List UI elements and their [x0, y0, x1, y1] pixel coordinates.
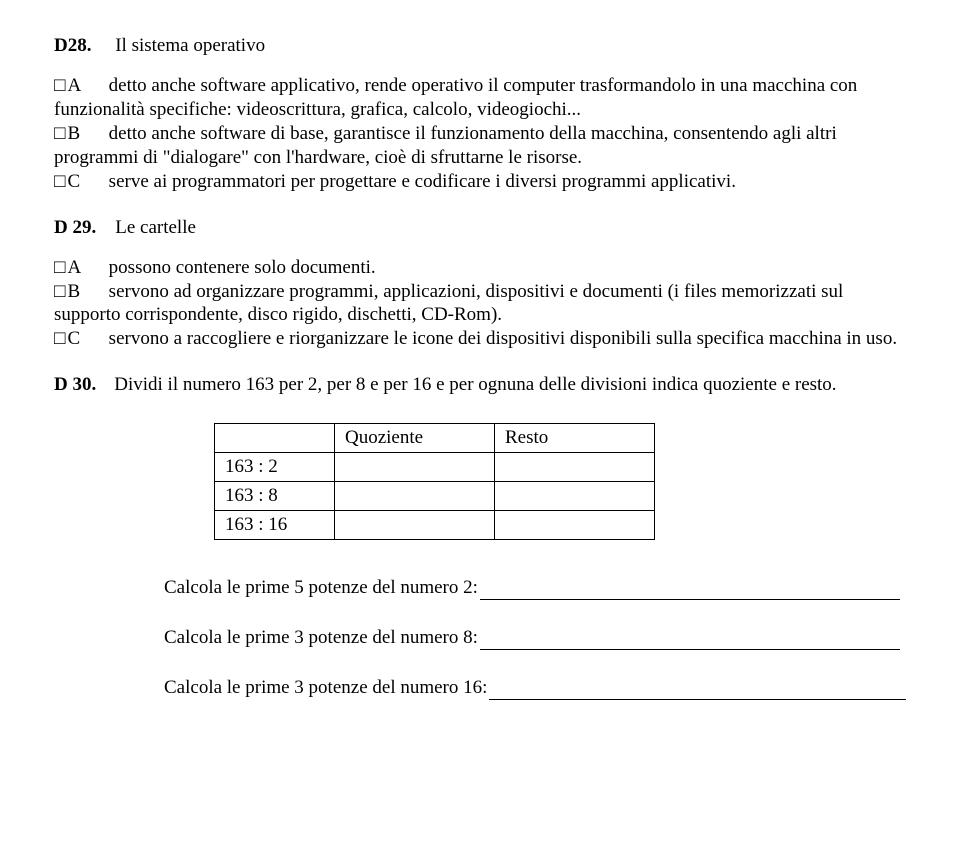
checkbox-icon: □: [54, 256, 65, 280]
choice-29-a-text: possono contenere solo documenti.: [109, 257, 376, 278]
question-30: D 30. Dividi il numero 163 per 2, per 8 …: [54, 373, 906, 700]
calc-prompt-2: Calcola le prime 3 potenze del numero 8:: [164, 626, 478, 650]
question-29-number: D 29.: [54, 217, 96, 238]
division-table: Quoziente Resto 163 : 2 163 : 8 163 : 16: [214, 423, 655, 540]
choice-29-c-text: servono a raccogliere e riorganizzare le…: [109, 328, 897, 349]
spacer: [85, 281, 104, 302]
question-30-text: Dividi il numero 163 per 2, per 8 e per …: [114, 373, 906, 397]
choice-28-a[interactable]: □A detto anche software applicativo, ren…: [54, 74, 906, 122]
choice-letter: C: [67, 171, 80, 192]
resto-cell[interactable]: [495, 511, 655, 540]
choice-28-b-text: detto anche software di base, garantisce…: [54, 123, 837, 168]
table-row: 163 : 8: [215, 482, 655, 511]
checkbox-icon: □: [54, 280, 65, 304]
calc-line-1: Calcola le prime 5 potenze del numero 2:: [164, 576, 906, 600]
row-label: 163 : 8: [215, 482, 335, 511]
choice-29-c[interactable]: □C servono a raccogliere e riorganizzare…: [54, 327, 906, 351]
choice-letter: B: [67, 123, 80, 144]
choice-letter: A: [67, 75, 80, 96]
table-empty-header: [215, 424, 335, 453]
spacer: [85, 257, 104, 278]
question-29-title: Le cartelle: [115, 217, 196, 238]
quoziente-cell[interactable]: [335, 453, 495, 482]
calc-prompt-1: Calcola le prime 5 potenze del numero 2:: [164, 576, 478, 600]
blank-input-1[interactable]: [480, 579, 900, 600]
question-28-heading: D28. Il sistema operativo: [54, 34, 906, 58]
spacer: [85, 171, 104, 192]
choice-letter: B: [67, 281, 80, 302]
question-28-title: Il sistema operativo: [115, 35, 265, 56]
row-label: 163 : 16: [215, 511, 335, 540]
choice-28-b[interactable]: □B detto anche software di base, garanti…: [54, 122, 906, 170]
choice-29-b-text: servono ad organizzare programmi, applic…: [54, 281, 843, 326]
table-header-resto: Resto: [495, 424, 655, 453]
checkbox-icon: □: [54, 327, 65, 351]
resto-cell[interactable]: [495, 482, 655, 511]
choice-letter: A: [67, 257, 80, 278]
choice-28-c-text: serve ai programmatori per progettare e …: [109, 171, 736, 192]
blank-input-2[interactable]: [480, 629, 900, 650]
spacer: [85, 75, 104, 96]
table-row: 163 : 16: [215, 511, 655, 540]
question-28-choices: □A detto anche software applicativo, ren…: [54, 74, 906, 194]
table-row: 163 : 2: [215, 453, 655, 482]
question-28-number: D28.: [54, 35, 91, 56]
calc-line-3: Calcola le prime 3 potenze del numero 16…: [164, 676, 906, 700]
calc-line-2: Calcola le prime 3 potenze del numero 8:: [164, 626, 906, 650]
question-28: D28. Il sistema operativo □A detto anche…: [54, 34, 906, 194]
question-29-heading: D 29. Le cartelle: [54, 216, 906, 240]
question-30-heading: D 30. Dividi il numero 163 per 2, per 8 …: [54, 373, 906, 397]
question-29-choices: □A possono contenere solo documenti. □B …: [54, 256, 906, 352]
row-label: 163 : 2: [215, 453, 335, 482]
table-header-row: Quoziente Resto: [215, 424, 655, 453]
spacer: [85, 328, 104, 349]
choice-28-a-text: detto anche software applicativo, rende …: [54, 75, 857, 120]
spacer: [96, 35, 110, 56]
quoziente-cell[interactable]: [335, 482, 495, 511]
checkbox-icon: □: [54, 122, 65, 146]
calc-prompt-3: Calcola le prime 3 potenze del numero 16…: [164, 676, 487, 700]
resto-cell[interactable]: [495, 453, 655, 482]
quoziente-cell[interactable]: [335, 511, 495, 540]
question-29: D 29. Le cartelle □A possono contenere s…: [54, 216, 906, 352]
blank-input-3[interactable]: [489, 679, 906, 700]
table-header-quoziente: Quoziente: [335, 424, 495, 453]
choice-29-a[interactable]: □A possono contenere solo documenti.: [54, 256, 906, 280]
checkbox-icon: □: [54, 170, 65, 194]
spacer: [101, 217, 111, 238]
checkbox-icon: □: [54, 74, 65, 98]
choice-28-c[interactable]: □C serve ai programmatori per progettare…: [54, 170, 906, 194]
choice-29-b[interactable]: □B servono ad organizzare programmi, app…: [54, 280, 906, 328]
question-30-number: D 30.: [54, 373, 96, 397]
choice-letter: C: [67, 328, 80, 349]
spacer: [85, 123, 104, 144]
